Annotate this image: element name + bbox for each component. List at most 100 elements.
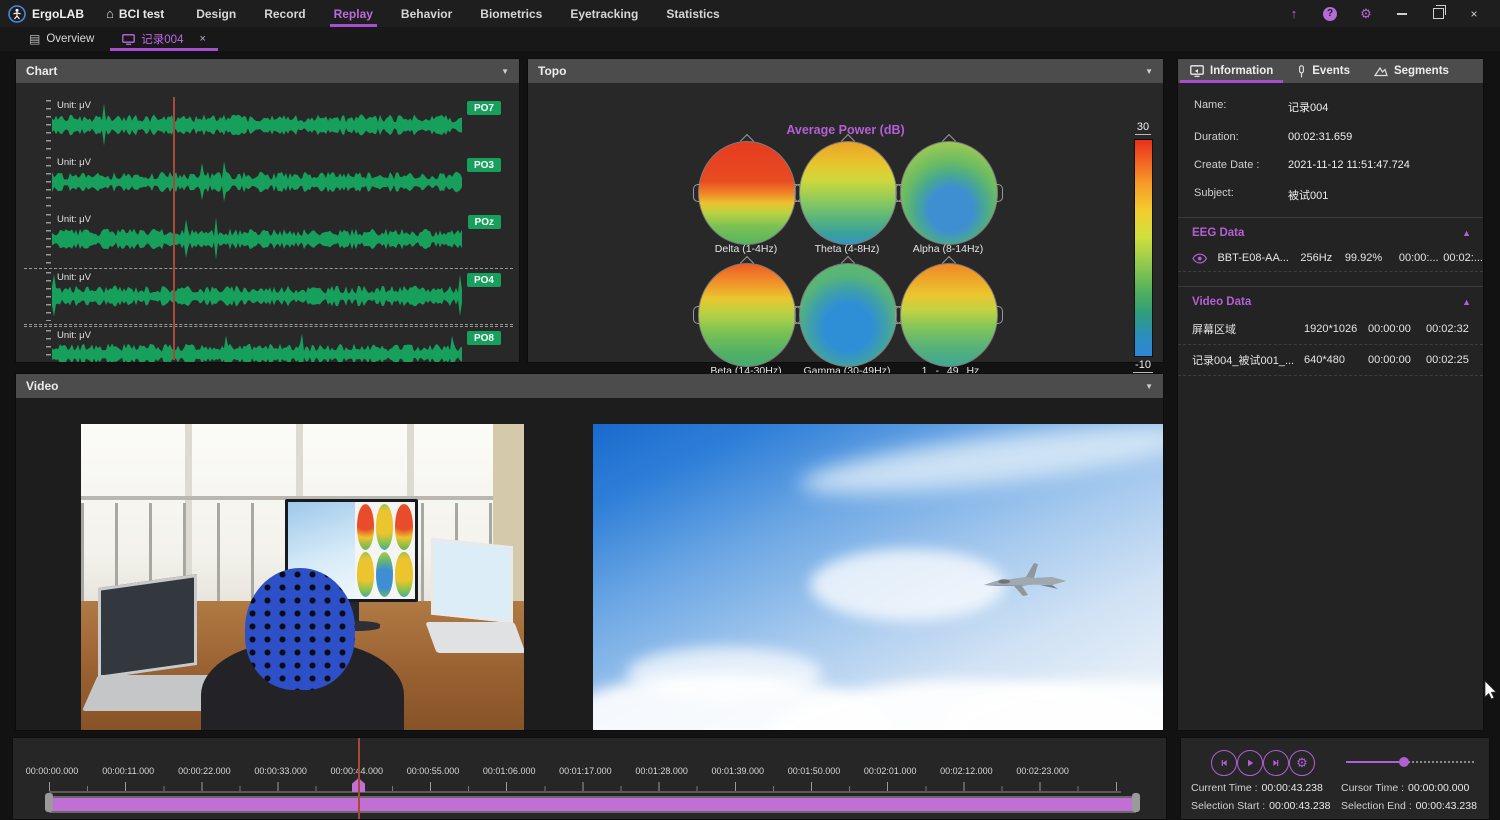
channel-badge: PO3 bbox=[467, 158, 501, 172]
time-tick-label: 00:00:22.000 bbox=[178, 766, 231, 776]
menu-design[interactable]: Design bbox=[182, 0, 250, 27]
colorbar-max: 30 bbox=[1126, 121, 1160, 133]
eeg-channel-row: Unit: μV PO3 bbox=[24, 154, 513, 211]
video-panel-title: Video bbox=[26, 379, 58, 393]
menu-behavior[interactable]: Behavior bbox=[387, 0, 466, 27]
selection-range-bar[interactable] bbox=[49, 796, 1136, 813]
menu-statistics[interactable]: Statistics bbox=[652, 0, 733, 27]
current-time: Current Time : 00:00:43.238 bbox=[1191, 782, 1341, 794]
chart-playhead-line[interactable] bbox=[173, 97, 175, 360]
head-ear bbox=[693, 184, 700, 202]
time-tick-label: 00:00:00.000 bbox=[26, 766, 79, 776]
help-icon[interactable]: ? bbox=[1312, 0, 1348, 27]
time-tick-label: 00:02:12.000 bbox=[940, 766, 993, 776]
segments-icon bbox=[1374, 66, 1388, 77]
time-tick-label: 00:01:06.000 bbox=[483, 766, 536, 776]
video-collapse-icon[interactable]: ▼ bbox=[1145, 382, 1153, 391]
topomap-custom-range bbox=[900, 263, 998, 367]
colorbar bbox=[1134, 139, 1153, 357]
selection-end-handle[interactable] bbox=[1132, 793, 1140, 812]
settings-gear-icon[interactable]: ⚙ bbox=[1348, 0, 1384, 27]
time-tick-label: 00:02:23.000 bbox=[1016, 766, 1069, 776]
cursor-time: Cursor Time : 00:00:00.000 bbox=[1341, 782, 1469, 794]
upload-icon[interactable]: ↑ bbox=[1276, 0, 1312, 27]
speed-slider[interactable] bbox=[1346, 761, 1474, 763]
time-readout-row: Current Time : 00:00:43.238 Cursor Time … bbox=[1191, 782, 1485, 794]
info-field: Create Date : 2021-11-12 11:51:47.724 bbox=[1178, 151, 1483, 179]
topo-collapse-icon[interactable]: ▼ bbox=[1145, 67, 1153, 76]
play-button[interactable] bbox=[1237, 750, 1263, 776]
eeg-chart-area[interactable]: Unit: μV PO7 Unit: μV PO3 Unit: μV POz U… bbox=[16, 83, 519, 362]
tab-information[interactable]: Information bbox=[1178, 59, 1285, 83]
close-tab-icon[interactable]: × bbox=[199, 33, 205, 45]
chart-panel-title: Chart bbox=[26, 64, 57, 78]
menu-record[interactable]: Record bbox=[250, 0, 319, 27]
topo-map-area: Average Power (dB) Delta (1-4Hz) Theta (… bbox=[528, 83, 1163, 362]
menu-biometrics[interactable]: Biometrics bbox=[466, 0, 556, 27]
playback-settings-button[interactable]: ⚙ bbox=[1289, 750, 1315, 776]
eeg-data-row[interactable]: BBT-E08-AA... 256Hz 99.92% 00:00:... 00:… bbox=[1178, 245, 1483, 272]
head-ear bbox=[895, 184, 902, 202]
topo-panel-title: Topo bbox=[538, 64, 566, 78]
restore-icon bbox=[1433, 8, 1444, 19]
amplitude-ruler bbox=[46, 214, 51, 265]
sidebar-tab-bar: Information Events Segments bbox=[1178, 59, 1483, 83]
event-marker-icon bbox=[1297, 65, 1306, 78]
video-data-row[interactable]: 记录004_被试001_... 640*480 00:00:00 00:02:2… bbox=[1178, 345, 1483, 376]
tab-overview[interactable]: ▤ Overview bbox=[15, 27, 108, 51]
step-back-button[interactable] bbox=[1211, 750, 1237, 776]
menu-replay[interactable]: Replay bbox=[320, 0, 387, 27]
tab-events[interactable]: Events bbox=[1285, 59, 1362, 83]
topo-panel-header[interactable]: Topo ▼ bbox=[528, 59, 1163, 83]
head-ear bbox=[794, 184, 801, 202]
amplitude-ruler bbox=[46, 100, 51, 151]
channel-badge: PO4 bbox=[467, 273, 501, 287]
time-tick-label: 00:01:28.000 bbox=[635, 766, 688, 776]
app-title: ErgoLAB bbox=[32, 7, 84, 21]
playhead-line bbox=[358, 738, 360, 819]
minimize-button[interactable] bbox=[1384, 0, 1420, 27]
laptop-right bbox=[431, 542, 520, 654]
slider-knob[interactable] bbox=[1399, 757, 1409, 767]
overview-icon: ▤ bbox=[29, 32, 40, 46]
eeg-waveform bbox=[52, 274, 463, 319]
minimize-icon bbox=[1397, 13, 1407, 15]
menu-eyetracking[interactable]: Eyetracking bbox=[556, 0, 652, 27]
topomap-theta bbox=[799, 141, 897, 245]
visibility-eye-icon[interactable] bbox=[1192, 253, 1207, 264]
video-data-collapse-icon[interactable]: ▲ bbox=[1462, 297, 1471, 307]
close-button[interactable]: × bbox=[1456, 0, 1492, 27]
monitor-icon bbox=[122, 34, 135, 45]
selection-readout-row: Selection Start : 00:00:43.238 Selection… bbox=[1191, 800, 1485, 812]
time-tick-label: 00:01:39.000 bbox=[712, 766, 765, 776]
amplitude-ruler bbox=[46, 272, 51, 321]
topo-panel: Topo ▼ Average Power (dB) Delta (1-4Hz) … bbox=[527, 58, 1164, 363]
app-logo: ErgoLAB bbox=[0, 5, 98, 23]
chart-panel: Chart ▼ Unit: μV PO7 Unit: μV PO3 Unit: … bbox=[15, 58, 520, 363]
head-nose bbox=[740, 256, 754, 270]
amplitude-ruler bbox=[46, 157, 51, 208]
timeline-panel[interactable]: 00:00:00.000 00:00:11.000 00:00:22.000 0… bbox=[12, 737, 1167, 820]
restore-button[interactable] bbox=[1420, 0, 1456, 27]
video-panel-header[interactable]: Video ▼ bbox=[16, 374, 1163, 398]
channel-badge: POz bbox=[468, 215, 501, 229]
tab-recording-004[interactable]: 记录004 × bbox=[108, 27, 220, 51]
amplitude-ruler bbox=[46, 330, 51, 362]
selection-start-time: Selection Start : 00:00:43.238 bbox=[1191, 800, 1341, 812]
fighter-jet bbox=[982, 555, 1078, 607]
time-tick-label: 00:02:01.000 bbox=[864, 766, 917, 776]
video-data-section-header[interactable]: Video Data ▲ bbox=[1178, 287, 1483, 314]
sidebar-body: Name: 记录004 Duration: 00:02:31.659 Creat… bbox=[1178, 83, 1483, 730]
chart-panel-header[interactable]: Chart ▼ bbox=[16, 59, 519, 83]
info-sidebar: Information Events Segments Name: 记录004 … bbox=[1177, 58, 1484, 731]
eeg-data-section-header[interactable]: EEG Data ▲ bbox=[1178, 218, 1483, 245]
project-home[interactable]: ⌂ BCI test bbox=[98, 6, 182, 21]
tab-segments[interactable]: Segments bbox=[1362, 59, 1461, 83]
selection-start-handle[interactable] bbox=[45, 793, 53, 812]
eeg-waveform bbox=[52, 159, 463, 206]
step-forward-button[interactable] bbox=[1263, 750, 1289, 776]
eeg-collapse-icon[interactable]: ▲ bbox=[1462, 228, 1471, 238]
chart-collapse-icon[interactable]: ▼ bbox=[501, 67, 509, 76]
video-data-row[interactable]: 屏幕区域 1920*1026 00:00:00 00:02:32 bbox=[1178, 314, 1483, 345]
eeg-waveform bbox=[52, 102, 463, 149]
